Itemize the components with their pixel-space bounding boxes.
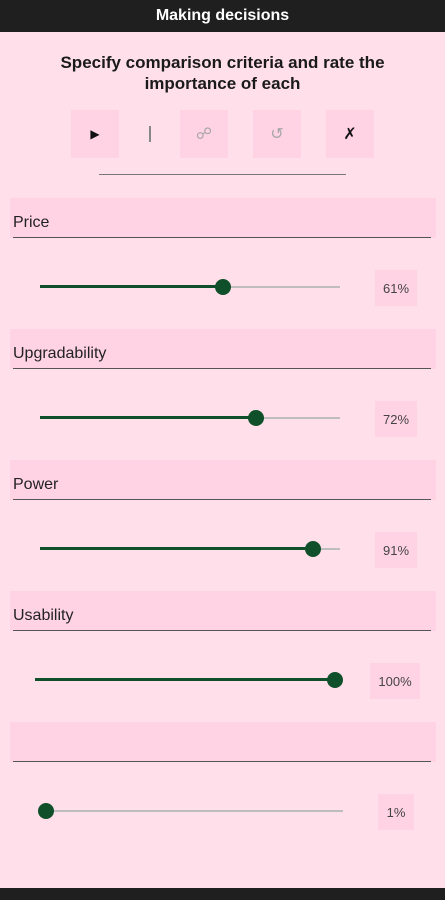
criterion-name-field[interactable]: [10, 722, 436, 762]
slider-thumb[interactable]: [248, 410, 264, 426]
play-button[interactable]: ▶: [71, 110, 119, 158]
slider-thumb[interactable]: [215, 279, 231, 295]
slider-track: [43, 810, 343, 812]
importance-value: 61%: [375, 270, 417, 306]
importance-slider[interactable]: [40, 539, 340, 559]
clear-icon: ✗: [343, 126, 357, 143]
criterion-name: Power: [13, 476, 59, 493]
app-title: Making decisions: [155, 7, 290, 24]
slider-thumb[interactable]: [38, 803, 54, 819]
importance-value: 1%: [378, 794, 414, 830]
heading-line-1: Specify comparison criteria and rate the: [60, 53, 385, 72]
importance-slider[interactable]: [38, 801, 343, 821]
field-underline: [13, 237, 431, 238]
importance-value: 100%: [370, 663, 420, 699]
navigation-bar: [0, 888, 445, 900]
toolbar-divider: [99, 174, 346, 175]
criterion-name: Price: [13, 214, 50, 231]
importance-value: 72%: [375, 401, 417, 437]
heading-line-2: importance of each: [144, 74, 301, 93]
importance-value: 91%: [375, 532, 417, 568]
undo-icon: ↺: [270, 126, 284, 143]
link-icon: ☍: [195, 126, 213, 143]
field-underline: [13, 499, 431, 500]
criterion-name-field[interactable]: Price: [10, 198, 436, 238]
toolbar-separator: [149, 126, 151, 142]
field-underline: [13, 368, 431, 369]
app-title-bar: Making decisions: [0, 0, 445, 32]
slider-fill: [40, 285, 223, 288]
importance-slider[interactable]: [40, 408, 340, 428]
slider-fill: [40, 547, 313, 550]
slider-fill: [40, 416, 256, 419]
field-underline: [13, 630, 431, 631]
importance-slider[interactable]: [40, 277, 340, 297]
play-icon: ▶: [90, 127, 100, 141]
criterion-name: Usability: [13, 607, 74, 624]
criterion-name: Upgradability: [13, 345, 107, 362]
slider-thumb[interactable]: [305, 541, 321, 557]
slider-fill: [35, 678, 335, 681]
importance-slider[interactable]: [35, 670, 343, 690]
criterion-name-field[interactable]: Upgradability: [10, 329, 436, 369]
page-heading: Specify comparison criteria and rate the…: [0, 52, 445, 94]
criterion-name-field[interactable]: Usability: [10, 591, 436, 631]
undo-button[interactable]: ↺: [253, 110, 301, 158]
clear-button[interactable]: ✗: [326, 110, 374, 158]
criterion-name-field[interactable]: Power: [10, 460, 436, 500]
slider-thumb[interactable]: [327, 672, 343, 688]
link-button[interactable]: ☍: [180, 110, 228, 158]
field-underline: [13, 761, 431, 762]
